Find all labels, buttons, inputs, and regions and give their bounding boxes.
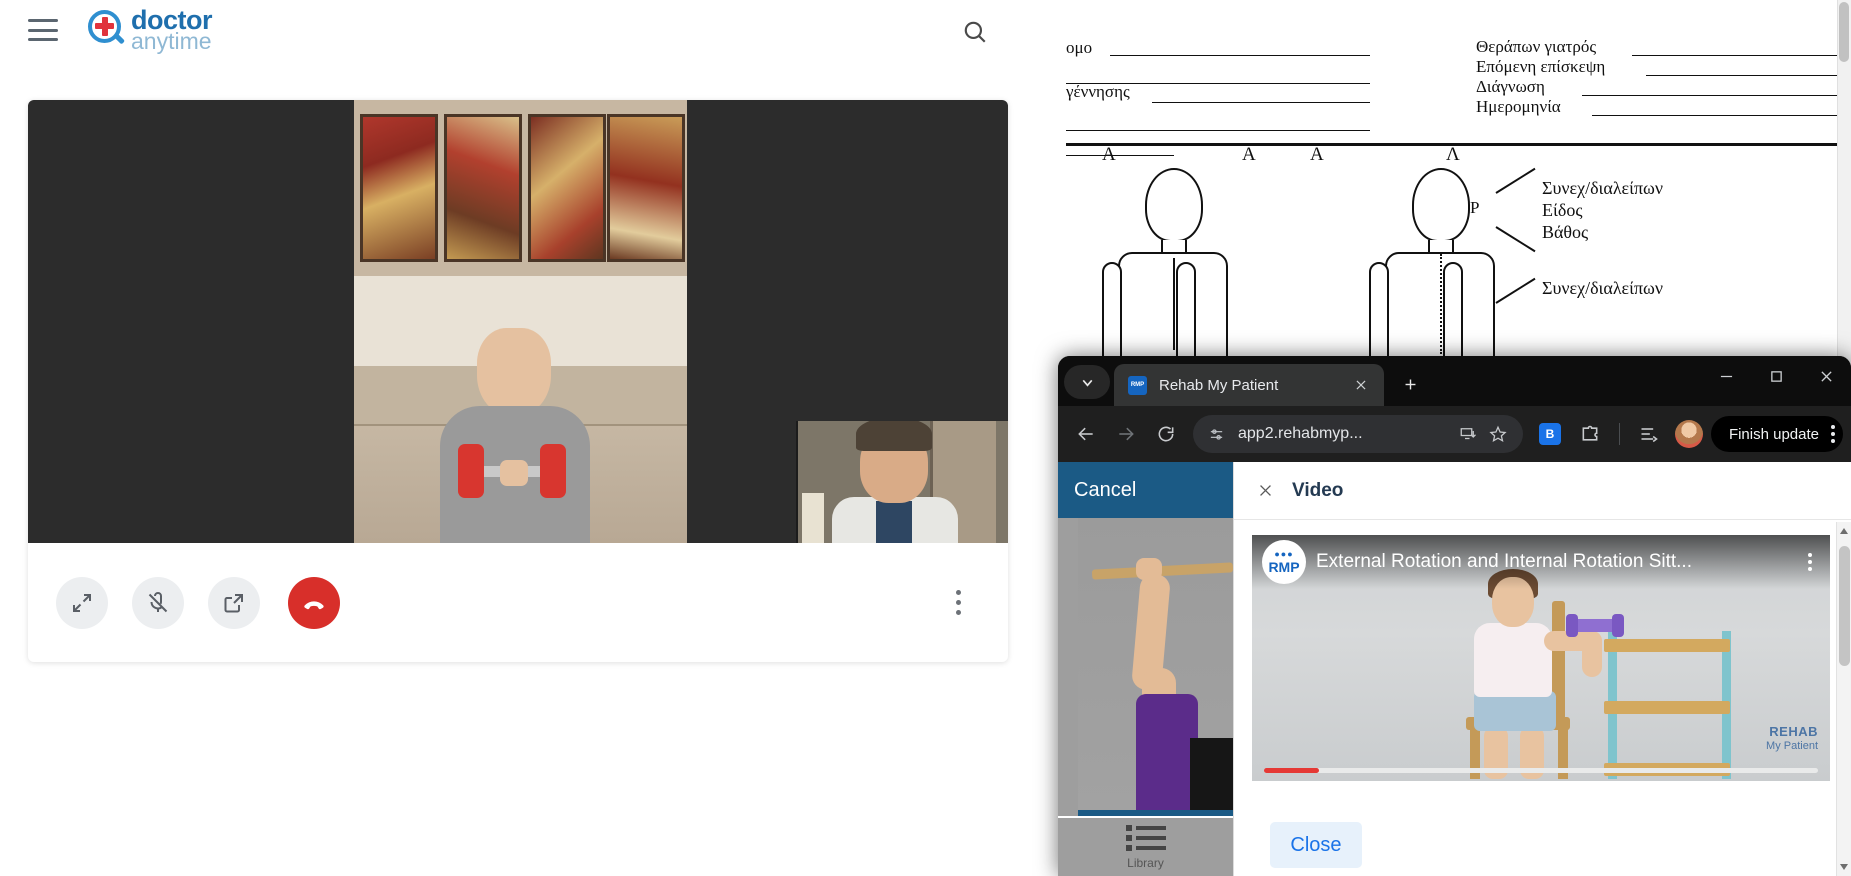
annotation-2a: Συνεχ/διαλείπων [1542,278,1664,298]
video-player-titlebar: ●●● RMP External Rotation and Internal R… [1252,535,1830,589]
scroll-up-icon[interactable] [1840,528,1848,534]
call-controls-bar [28,543,1008,662]
tab-title: Rehab My Patient [1159,376,1279,394]
modal-close-icon[interactable] [1252,478,1278,504]
wall-artwork [354,100,687,276]
video-call-card [28,100,1008,662]
doc-field-date: Ημερομηνία [1476,97,1561,116]
annotation-1a: Συνεχ/διαλείπων [1542,178,1664,198]
cancel-button[interactable]: Cancel [1074,479,1136,502]
rmp-logo-icon: ●●● RMP [1262,540,1306,584]
toolbar-divider [1618,423,1620,445]
watermark-bottom: My Patient [1766,740,1818,753]
screen: doctor anytime ομο γέννησης Θεράπων γιατ… [0,0,1851,876]
address-bar[interactable]: app2.rehabmyp... [1193,415,1523,453]
library-list-icon [1125,824,1166,851]
favicon-initials: RMP [1130,381,1145,388]
close-button[interactable]: Close [1270,822,1362,868]
doctoranytime-app: doctor anytime [0,0,1040,876]
video-stage [28,100,1008,543]
forward-arrow-icon[interactable] [1106,414,1146,454]
finish-update-button[interactable]: Finish update [1710,416,1843,452]
tab-label-library: Library [1127,855,1164,870]
figure-label-1: Α [1102,144,1116,165]
document-scrollbar-thumb[interactable] [1839,2,1849,62]
watermark-top: REHAB [1769,724,1818,740]
logo-text-bottom: anytime [131,28,212,54]
exercise-thumbnail-area [1058,518,1233,816]
figure-label-2: Α [1242,144,1256,165]
tab-search-chevron-down-icon[interactable] [1064,365,1110,399]
exercise-progress-bar [1078,810,1233,816]
extension-badge-label: B [1545,427,1555,441]
video-title: External Rotation and Internal Rotation … [1316,551,1692,572]
video-modal: Video ●●● RMP External Rotation and Inte… [1233,462,1851,876]
hamburger-menu-icon[interactable] [28,19,58,41]
figure-label-4: Λ [1446,144,1460,165]
back-arrow-icon[interactable] [1066,414,1106,454]
tab-strip: RMP Rehab My Patient [1058,356,1851,406]
rehab-app-background: Cancel Library [1058,462,1233,876]
address-bar-url[interactable]: app2.rehabmyp... [1238,425,1453,443]
video-progress-fill [1264,768,1320,773]
chrome-browser-window: RMP Rehab My Patient app2.rehabmyp... B … [1058,356,1851,876]
browser-toolbar: app2.rehabmyp... B Finish update [1058,406,1851,462]
window-minimize-icon[interactable] [1701,356,1751,396]
app-header: doctor anytime [0,0,1040,60]
window-close-icon[interactable] [1801,356,1851,396]
window-controls [1701,356,1851,406]
extension-badge-icon[interactable]: B [1538,423,1561,445]
search-icon[interactable] [955,12,995,52]
figure-label-3: Α [1310,144,1324,165]
exercise-photo [1078,518,1233,816]
pain-marker-label: Ρ [1470,198,1480,217]
annotation-1c: Βάθος [1542,222,1589,242]
modal-scrollbar[interactable] [1836,522,1851,876]
call-more-options-icon[interactable] [944,583,972,623]
tab-close-icon[interactable] [1348,372,1374,398]
video-progress-bar[interactable] [1264,768,1818,773]
video-watermark: REHAB My Patient [1766,724,1818,753]
tab-favicon-rmp-icon: RMP [1128,375,1147,395]
page-viewport: Cancel Library Video ●●● RMP External Ro… [1058,462,1851,876]
couch [354,308,687,543]
self-view-video[interactable] [796,421,1008,543]
logo-magnifier-cross-icon [88,10,128,50]
chrome-menu-icon[interactable] [1831,425,1835,443]
doc-field-label-2: γέννησης [1066,82,1130,101]
finish-update-label: Finish update [1728,425,1819,443]
scroll-down-icon[interactable] [1840,864,1848,870]
doc-field-physician: Θεράπων γιατρός [1476,37,1597,56]
bookmark-star-icon[interactable] [1483,419,1513,449]
modal-scrollbar-thumb[interactable] [1839,546,1850,666]
video-player[interactable]: ●●● RMP External Rotation and Internal R… [1252,535,1830,781]
window-maximize-icon[interactable] [1751,356,1801,396]
rehab-app-topbar: Cancel [1058,462,1233,518]
doc-field-diagnosis: Διάγνωση [1476,77,1545,96]
reload-icon[interactable] [1146,414,1186,454]
install-app-icon[interactable] [1453,419,1483,449]
annotation-1b: Είδος [1542,200,1583,220]
doc-field-label: ομο [1066,38,1093,57]
rehab-app-tabbar[interactable]: Library [1058,818,1233,876]
site-settings-tune-icon[interactable] [1206,424,1226,444]
doc-field-next-visit: Επόμενη επίσκεψη [1476,57,1606,76]
end-call-icon-button[interactable] [288,576,340,629]
fullscreen-icon-button[interactable] [56,576,108,629]
video-modal-title: Video [1292,479,1344,501]
share-screen-icon-button[interactable] [208,576,260,629]
video-more-options-icon[interactable] [1800,553,1820,571]
video-player-logo-label: RMP [1268,559,1300,575]
microphone-muted-icon-button[interactable] [132,576,184,629]
profile-avatar[interactable] [1674,420,1703,448]
doctoranytime-logo[interactable]: doctor anytime [88,7,213,54]
video-modal-header: Video [1234,462,1851,520]
new-tab-plus-icon[interactable] [1392,366,1428,402]
reading-list-icon[interactable] [1629,414,1669,454]
browser-tab[interactable]: RMP Rehab My Patient [1114,364,1384,406]
remote-participant-video[interactable] [354,100,687,543]
extensions-puzzle-icon[interactable] [1570,414,1610,454]
